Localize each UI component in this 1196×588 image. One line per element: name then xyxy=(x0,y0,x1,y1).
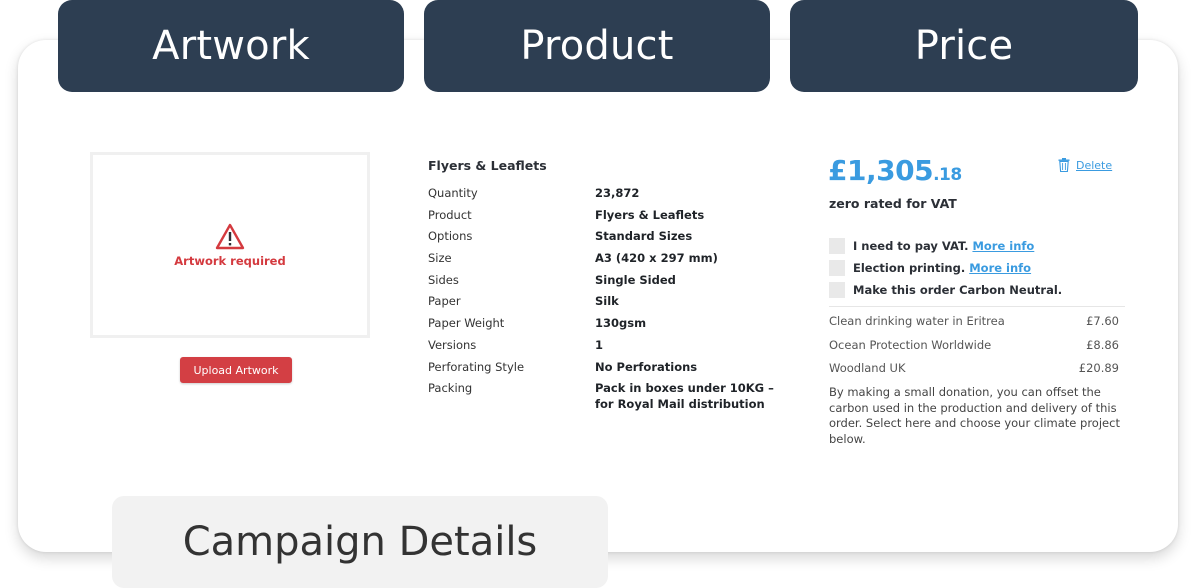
divider xyxy=(829,306,1125,307)
offset-name: Clean drinking water in Eritrea xyxy=(829,314,1005,328)
election-option: Election printing. More info xyxy=(829,260,1031,276)
spec-value: Pack in boxes under 10KG – for Royal Mai… xyxy=(595,381,774,411)
delete-label: Delete xyxy=(1076,158,1113,172)
price-pence: .18 xyxy=(933,165,962,185)
spec-label: Options xyxy=(428,229,473,243)
warning-icon xyxy=(215,223,245,249)
carbon-neutral-checkbox[interactable] xyxy=(829,282,845,298)
offset-name: Ocean Protection Worldwide xyxy=(829,338,992,352)
tab-artwork-label: Artwork xyxy=(152,23,310,69)
upload-artwork-button[interactable]: Upload Artwork xyxy=(180,357,292,383)
spec-label: Packing xyxy=(428,381,473,395)
vat-checkbox[interactable] xyxy=(829,238,845,254)
artwork-required-text: Artwork required xyxy=(174,253,286,268)
product-title: Flyers & Leaflets xyxy=(428,158,547,173)
election-more-info-link[interactable]: More info xyxy=(969,261,1031,275)
offset-name: Woodland UK xyxy=(829,361,906,375)
tab-price-label: Price xyxy=(914,23,1014,69)
spec-label: Size xyxy=(428,251,452,265)
spec-value: A3 (420 x 297 mm) xyxy=(595,251,718,265)
spec-label: Sides xyxy=(428,273,459,287)
spec-value: No Perforations xyxy=(595,360,698,374)
delete-link[interactable]: Delete xyxy=(1058,158,1112,172)
tab-campaign-details[interactable]: Campaign Details xyxy=(112,496,608,588)
vat-more-info-link[interactable]: More info xyxy=(972,239,1034,253)
carbon-neutral-label: Make this order Carbon Neutral. xyxy=(853,283,1063,297)
tab-product[interactable]: Product xyxy=(424,0,770,92)
trash-icon xyxy=(1058,158,1070,172)
tab-price[interactable]: Price xyxy=(790,0,1138,92)
artwork-preview: Artwork required xyxy=(90,152,370,338)
election-checkbox[interactable] xyxy=(829,260,845,276)
vat-note: zero rated for VAT xyxy=(829,196,957,211)
spec-value: 23,872 xyxy=(595,186,640,200)
spec-value: Single Sided xyxy=(595,273,676,287)
spec-label: Perforating Style xyxy=(428,360,525,374)
offset-note: By making a small donation, you can offs… xyxy=(829,385,1120,446)
spec-value: Flyers & Leaflets xyxy=(595,208,705,222)
spec-value: Silk xyxy=(595,294,619,308)
spec-value: 1 xyxy=(595,338,604,352)
spec-label: Product xyxy=(428,208,472,222)
carbon-neutral-option: Make this order Carbon Neutral. xyxy=(829,282,1062,298)
offset-price: £8.86 xyxy=(1086,338,1119,352)
spec-label: Versions xyxy=(428,338,477,352)
price-total: £1,305.18 xyxy=(828,154,962,187)
spec-label: Paper Weight xyxy=(428,316,505,330)
spec-label: Paper xyxy=(428,294,461,308)
election-option-label: Election printing. xyxy=(853,261,966,275)
price-pounds: £1,305 xyxy=(828,154,934,187)
tab-campaign-details-label: Campaign Details xyxy=(182,519,538,565)
offset-price: £20.89 xyxy=(1078,361,1119,375)
vat-option-label: I need to pay VAT. xyxy=(853,239,969,253)
spec-label: Quantity xyxy=(428,186,478,200)
offset-price: £7.60 xyxy=(1086,314,1119,328)
vat-option: I need to pay VAT. More info xyxy=(829,238,1034,254)
tab-artwork[interactable]: Artwork xyxy=(58,0,404,92)
tab-product-label: Product xyxy=(520,23,674,69)
spec-value: Standard Sizes xyxy=(595,229,693,243)
spec-value: 130gsm xyxy=(595,316,647,330)
